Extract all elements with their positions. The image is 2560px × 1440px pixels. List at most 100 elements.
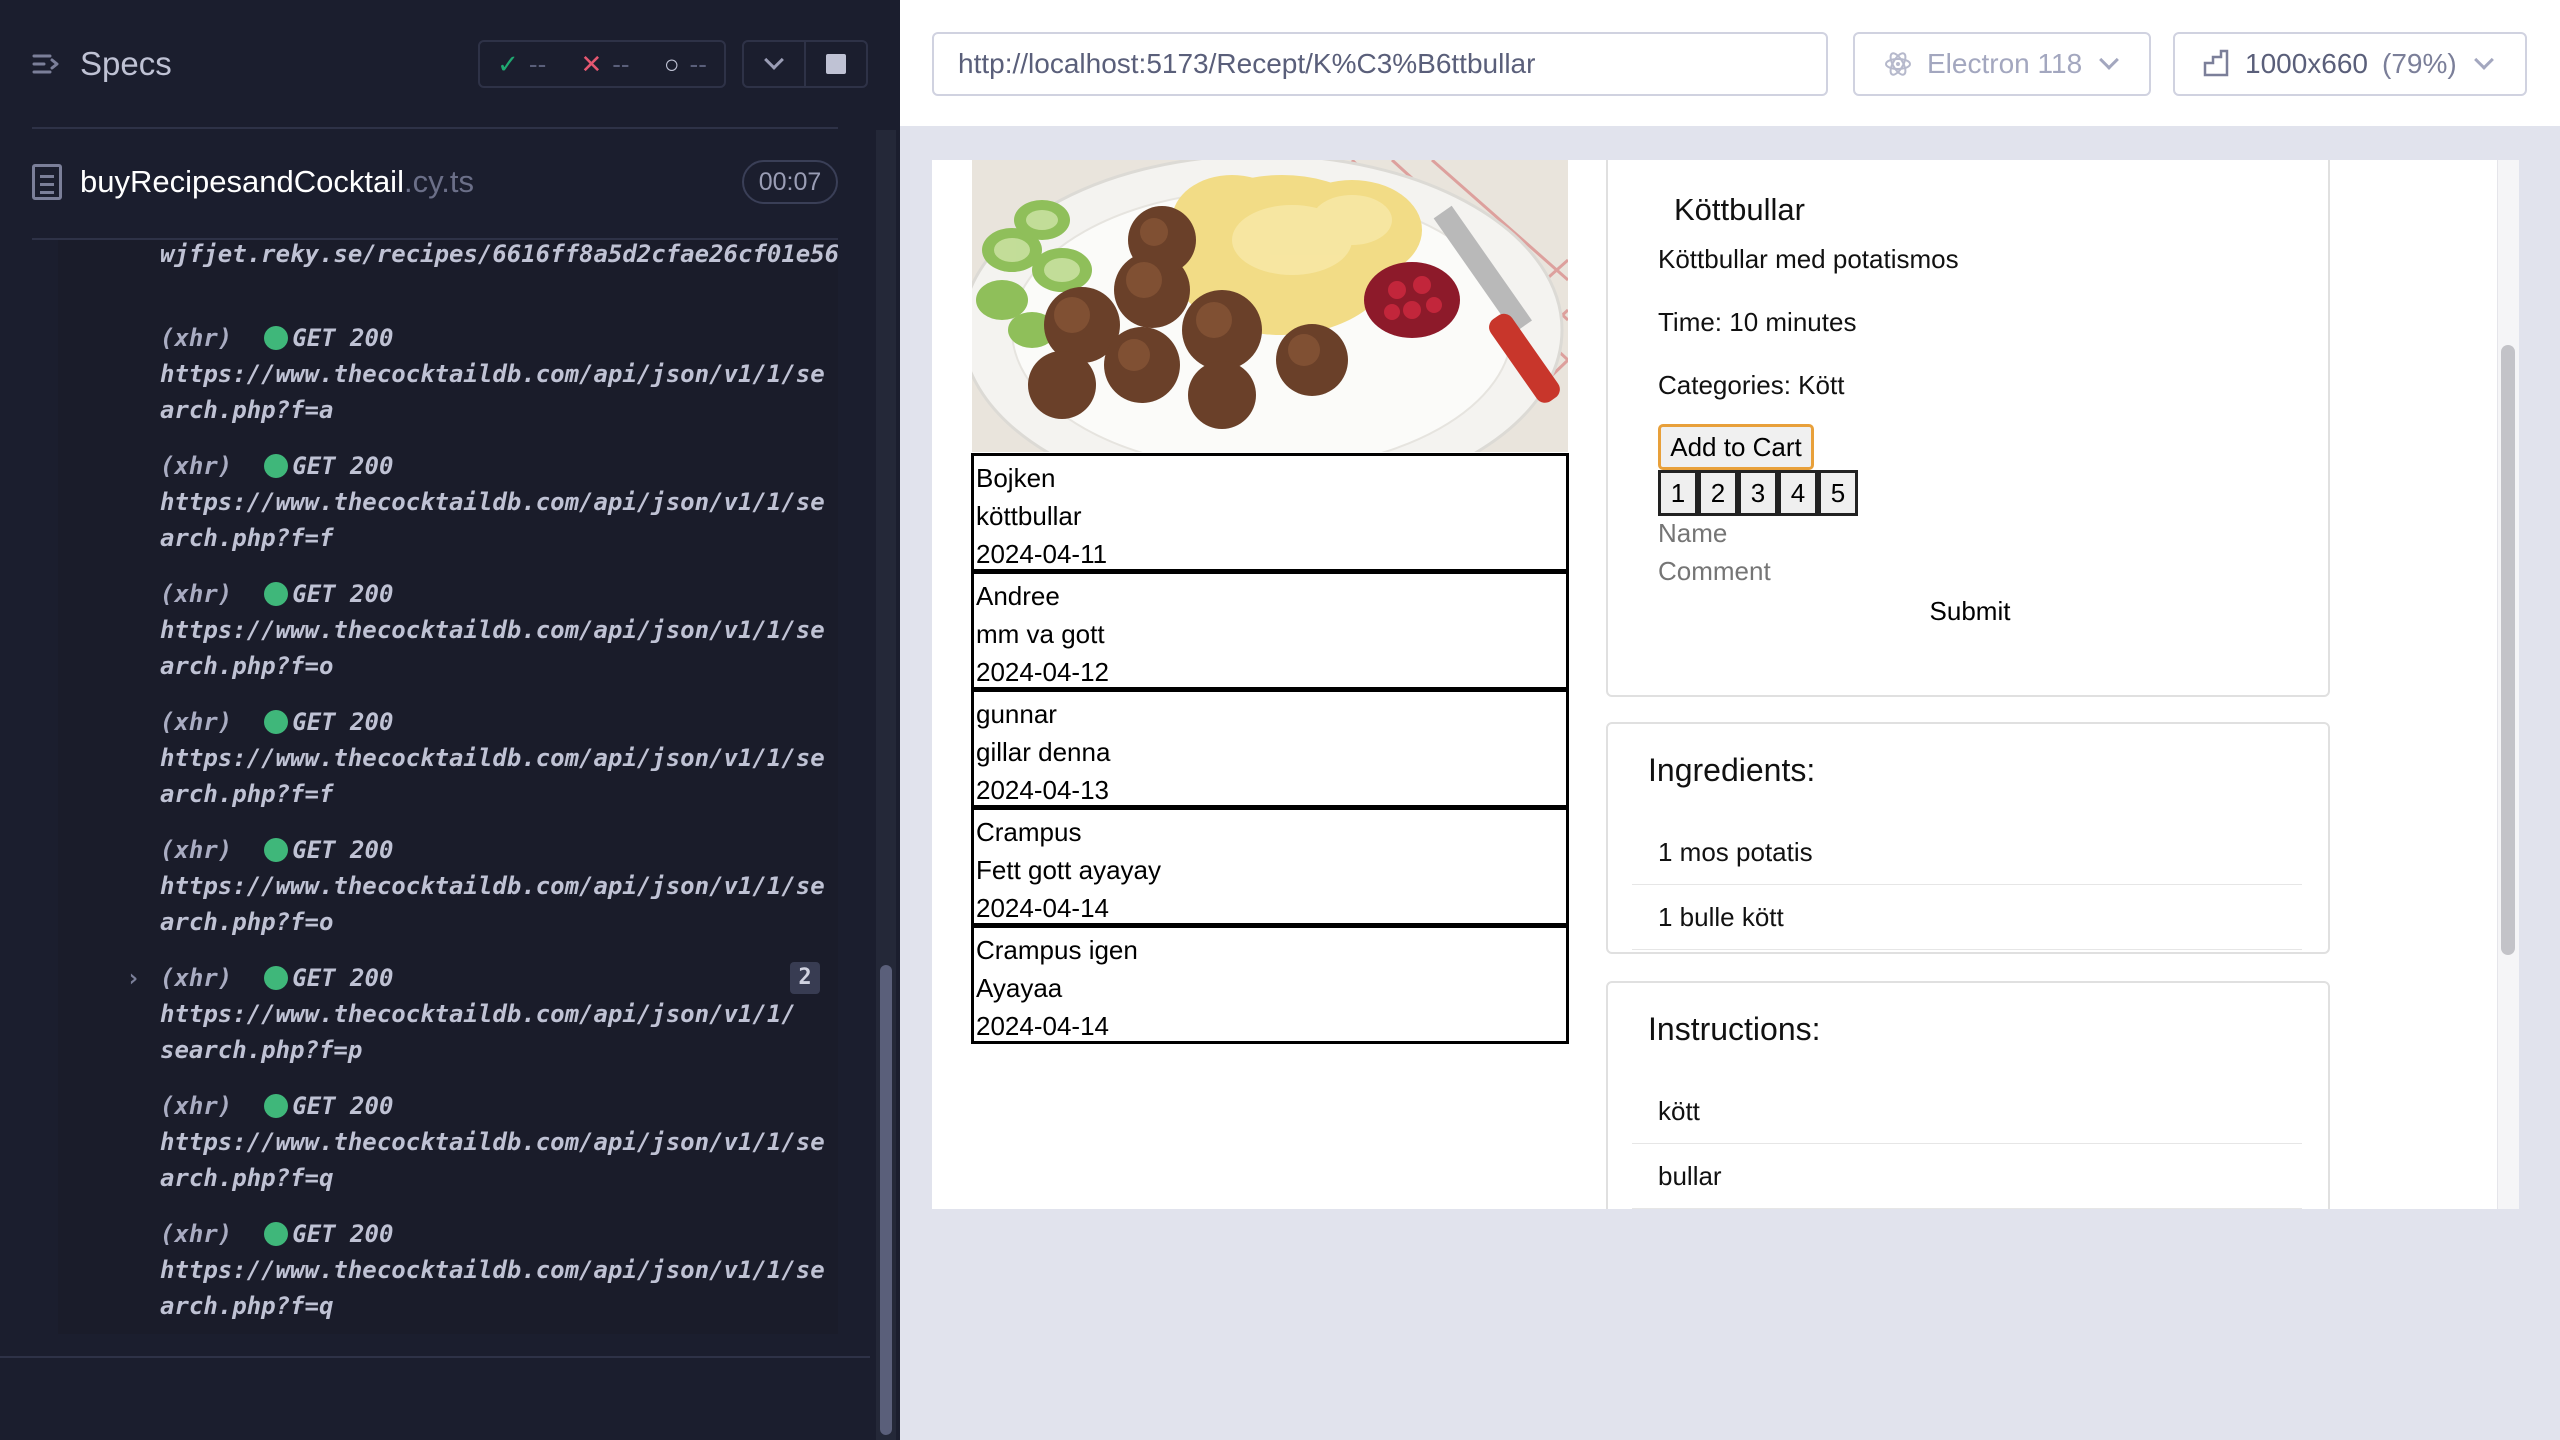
- collapse-button[interactable]: [744, 42, 806, 86]
- reporter-header: Specs ✓ -- ✕ -- ○ --: [0, 0, 900, 130]
- rating-button-4[interactable]: 4: [1778, 470, 1818, 516]
- browser-selector[interactable]: Electron 118: [1853, 32, 2151, 96]
- test-stats: ✓ -- ✕ -- ○ --: [478, 40, 726, 88]
- run-controls: [742, 40, 868, 88]
- recipe-time: Time: 10 minutes: [1658, 307, 1857, 337]
- comment-text-input[interactable]: [1658, 556, 1918, 587]
- log-url: https://www.thecocktaildb.com/api/json/v…: [160, 1256, 825, 1320]
- viewport-size: 1000x660: [2245, 48, 2369, 79]
- stop-icon: [826, 54, 846, 74]
- submit-comment-button[interactable]: Submit: [1918, 593, 2022, 629]
- chevron-right-icon[interactable]: ›: [126, 960, 140, 996]
- log-entry[interactable]: (xhr) GET 200 https://www.thecocktaildb.c…: [160, 1088, 830, 1196]
- instruction-item: kött: [1632, 1079, 2302, 1144]
- viewport-selector[interactable]: 1000x660 (79%): [2173, 32, 2527, 96]
- log-entry[interactable]: (xhr) GET 200 https://www.thecocktaildb.c…: [160, 320, 830, 428]
- comment-text: Fett gott ayayay: [976, 855, 1161, 885]
- log-method-status: GET 200: [292, 452, 394, 480]
- comment-item: Andree mm va gott 2024-04-12: [971, 571, 1569, 690]
- log-entry[interactable]: (xhr) GET 200 https://www.thecocktaildb.c…: [160, 448, 830, 556]
- stop-button[interactable]: [806, 42, 866, 86]
- request-count-badge: 2: [790, 962, 820, 994]
- ingredient-item: 1 bulle kött: [1632, 885, 2302, 950]
- comment-item: gunnar gillar denna 2024-04-13: [971, 689, 1569, 808]
- comment-text: mm va gott: [976, 619, 1105, 649]
- rating-button-3[interactable]: 3: [1738, 470, 1778, 516]
- url-text: http://localhost:5173/Recept/K%C3%B6ttbu…: [958, 48, 1536, 79]
- log-url-line-2: search.php?f=p: [160, 1036, 363, 1064]
- log-url: https://www.thecocktaildb.com/api/json/v…: [160, 488, 825, 552]
- rating-button-2[interactable]: 2: [1698, 470, 1738, 516]
- status-ok-icon: [264, 1094, 289, 1118]
- spec-name-base: buyRecipesandCocktail: [80, 164, 404, 199]
- log-url: https://www.thecocktaildb.com/api/json/v…: [160, 1128, 825, 1192]
- comment-author: Crampus igen: [976, 935, 1138, 965]
- comment-author: Andree: [976, 581, 1060, 611]
- status-ok-icon: [264, 966, 289, 990]
- comment-date: 2024-04-14: [976, 893, 1109, 923]
- cypress-reporter: Specs ✓ -- ✕ -- ○ -- buyRecipesandCockta…: [0, 0, 900, 1440]
- comment-date: 2024-04-14: [976, 1011, 1109, 1041]
- specs-toggle-button[interactable]: Specs: [30, 45, 172, 83]
- log-url: https://www.thecocktaildb.com/api/json/v…: [160, 360, 825, 424]
- comment-item: Crampus Fett gott ayayay 2024-04-14: [971, 807, 1569, 926]
- rating-button-5[interactable]: 5: [1818, 470, 1858, 516]
- app-under-test: Bojken köttbullar 2024-04-11 Andree mm v…: [932, 160, 2519, 1209]
- log-type: (xhr): [160, 580, 233, 608]
- log-url: https://www.thecocktaildb.com/api/json/v…: [160, 744, 825, 808]
- log-type: (xhr): [160, 452, 233, 480]
- recipe-title: Köttbullar: [1674, 192, 1805, 227]
- comment-date: 2024-04-12: [976, 657, 1109, 687]
- ingredients-card: Ingredients: 1 mos potatis 1 bulle kött: [1606, 722, 2330, 954]
- pending-icon: ○: [663, 48, 680, 79]
- status-ok-icon: [264, 838, 289, 862]
- specs-label: Specs: [80, 45, 172, 82]
- log-method-status: GET 200: [292, 708, 394, 736]
- log-type: (xhr): [160, 1092, 233, 1120]
- url-bar[interactable]: http://localhost:5173/Recept/K%C3%B6ttbu…: [932, 32, 1828, 96]
- divider: [32, 127, 838, 129]
- spec-name-ext: .cy.ts: [403, 164, 475, 199]
- status-ok-icon: [264, 454, 289, 478]
- failed-count: --: [612, 48, 630, 79]
- rating-button-1[interactable]: 1: [1658, 470, 1698, 516]
- log-url: https://www.thecocktaildb.com/api/json/v…: [160, 872, 825, 936]
- list-toggle-icon: [32, 54, 59, 74]
- comment-text: Ayayaa: [976, 973, 1063, 1003]
- failed-stat: ✕ --: [580, 49, 629, 80]
- log-entry[interactable]: (xhr) GET 200 https://www.thecocktaildb.c…: [160, 704, 830, 812]
- ingredient-item: 1 mos potatis: [1632, 820, 2302, 885]
- command-log[interactable]: wjfjet.reky.se/recipes/6616ff8a5d2cfae26…: [58, 240, 838, 1334]
- passed-stat: ✓ --: [497, 49, 546, 80]
- chevron-down-icon: [764, 50, 784, 70]
- comment-name-input[interactable]: [1658, 518, 1918, 549]
- comment-date: 2024-04-13: [976, 775, 1109, 805]
- log-entry[interactable]: (xhr) GET 200 https://www.thecocktaildb.c…: [160, 576, 830, 684]
- browser-name: Electron 118: [1927, 48, 2083, 79]
- recipe-image: [972, 160, 1568, 452]
- log-method-status: GET 200: [292, 836, 394, 864]
- log-method-status: GET 200: [292, 1220, 394, 1248]
- log-entry[interactable]: (xhr) GET 200 https://www.thecocktaildb.c…: [160, 1216, 830, 1324]
- spec-row[interactable]: buyRecipesandCocktail.cy.ts 00:07: [0, 150, 900, 222]
- spec-duration: 00:07: [742, 160, 838, 204]
- rating-buttons: 1 2 3 4 5: [1658, 470, 1858, 516]
- comment-author: Bojken: [976, 463, 1056, 493]
- log-entry-expandable[interactable]: › (xhr) GET 200 https://www.thecocktaildb…: [126, 960, 830, 1068]
- recipe-description: Köttbullar med potatismos: [1658, 244, 1959, 274]
- ingredients-heading: Ingredients:: [1648, 752, 1816, 788]
- reporter-scrollbar[interactable]: [880, 965, 892, 1435]
- comment-item: Crampus igen Ayayaa 2024-04-14: [971, 925, 1569, 1044]
- log-entry[interactable]: (xhr) GET 200 https://www.thecocktaildb.c…: [160, 832, 830, 940]
- chevron-down-icon: [2099, 50, 2120, 70]
- pending-count: --: [689, 48, 707, 79]
- log-type: (xhr): [160, 1220, 233, 1248]
- instructions-heading: Instructions:: [1648, 1011, 1821, 1047]
- pending-stat: ○ --: [664, 49, 707, 80]
- page-scrollbar[interactable]: [2501, 345, 2515, 955]
- add-to-cart-button[interactable]: Add to Cart: [1658, 424, 1814, 470]
- log-method-status: GET 200: [292, 964, 394, 992]
- comment-author: Crampus: [976, 817, 1082, 847]
- instruction-item: bullar: [1632, 1144, 2302, 1209]
- spec-file-name: buyRecipesandCocktail.cy.ts: [80, 164, 474, 200]
